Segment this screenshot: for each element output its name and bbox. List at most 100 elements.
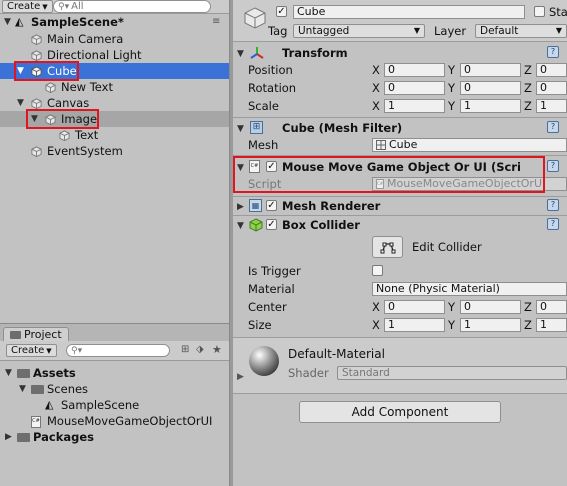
hierarchy-search-input[interactable]: ⚲▾ All — [53, 0, 211, 13]
expand-arrow-icon[interactable]: ▼ — [4, 14, 11, 30]
search-placeholder: All — [71, 1, 84, 12]
is-trigger-checkbox[interactable] — [372, 265, 383, 276]
component-divider — [233, 117, 567, 118]
project-item-scenes[interactable]: ▼ Scenes — [0, 381, 229, 397]
rotation-z-field[interactable]: 0 — [536, 81, 567, 95]
help-icon[interactable]: ? — [547, 121, 559, 133]
center-y-field[interactable]: 0 — [460, 300, 521, 314]
collapse-arrow-icon[interactable]: ▶ — [5, 429, 12, 445]
tag-value: Untagged — [298, 25, 350, 37]
transform-title[interactable]: Transform — [282, 46, 348, 60]
tag-label: Tag — [268, 24, 288, 38]
box-collider-title[interactable]: Box Collider — [282, 218, 360, 232]
help-icon[interactable]: ? — [547, 218, 559, 230]
item-label: Packages — [33, 430, 94, 444]
layer-dropdown[interactable]: Default ▼ — [475, 24, 567, 38]
axis-x-label: X — [372, 81, 380, 95]
axis-z-label: Z — [524, 99, 532, 113]
axis-x-label: X — [372, 99, 380, 113]
enabled-checkbox[interactable]: ✓ — [266, 219, 277, 230]
shader-dropdown[interactable]: Standard — [337, 366, 567, 380]
unity-scene-icon: ◭ — [45, 398, 54, 411]
gameobject-cube-icon — [31, 98, 42, 109]
hierarchy-item-main-camera[interactable]: Main Camera — [0, 31, 229, 47]
static-checkbox[interactable] — [534, 6, 545, 17]
position-label: Position — [248, 63, 293, 77]
project-create-button[interactable]: Create ▼ — [6, 344, 57, 357]
item-label: EventSystem — [47, 144, 123, 158]
mesh-label: Mesh — [248, 138, 279, 152]
shader-label: Shader — [288, 366, 329, 380]
scene-menu-icon[interactable]: ≡ — [212, 14, 220, 30]
hierarchy-create-button[interactable]: Create ▼ — [2, 0, 53, 13]
active-checkbox[interactable]: ✓ — [276, 6, 287, 17]
help-icon[interactable]: ? — [547, 160, 559, 172]
scene-row[interactable]: ▼ ◭ SampleScene* ≡ — [0, 14, 229, 30]
size-x-field[interactable]: 1 — [384, 318, 445, 332]
scale-z-field[interactable]: 1 — [536, 99, 567, 113]
mesh-grid-icon — [376, 140, 386, 150]
filter-label-icon[interactable]: ⬗ — [196, 344, 204, 355]
material-foldout-icon[interactable]: ▶ — [237, 372, 244, 382]
create-label: Create — [7, 0, 41, 12]
mesh-renderer-title[interactable]: Mesh Renderer — [282, 199, 380, 213]
rotation-y-field[interactable]: 0 — [460, 81, 521, 95]
help-icon[interactable]: ? — [547, 199, 559, 211]
object-name-field[interactable]: Cube — [293, 5, 525, 19]
hierarchy-item-new-text[interactable]: New Text — [0, 79, 229, 95]
position-x-field[interactable]: 0 — [384, 63, 445, 77]
rotation-x-field[interactable]: 0 — [384, 81, 445, 95]
project-item-packages[interactable]: ▶ Packages — [0, 429, 229, 445]
position-z-field[interactable]: 0 — [536, 63, 567, 77]
foldout-arrow-icon[interactable]: ▼ — [237, 124, 244, 134]
expand-arrow-icon[interactable]: ▼ — [19, 381, 26, 397]
enabled-checkbox[interactable]: ✓ — [266, 200, 277, 211]
project-search-input[interactable]: ⚲▾ — [66, 344, 170, 357]
material-label: Material — [248, 282, 295, 296]
expand-arrow-icon[interactable]: ▼ — [17, 95, 24, 111]
mesh-filter-title[interactable]: Cube (Mesh Filter) — [282, 121, 402, 135]
add-component-button[interactable]: Add Component — [299, 401, 501, 423]
project-item-samplescene[interactable]: ◭ SampleScene — [0, 397, 229, 413]
foldout-arrow-icon[interactable]: ▼ — [237, 49, 244, 59]
expand-arrow-icon[interactable]: ▼ — [5, 365, 12, 381]
project-item-assets[interactable]: ▼ Assets — [0, 365, 229, 381]
size-z-field[interactable]: 1 — [536, 318, 567, 332]
dropdown-arrow-icon: ▼ — [46, 346, 52, 355]
position-y-field[interactable]: 0 — [460, 63, 521, 77]
tag-dropdown[interactable]: Untagged ▼ — [293, 24, 425, 38]
folder-icon — [17, 369, 30, 378]
hierarchy-item-eventsystem[interactable]: EventSystem — [0, 143, 229, 159]
layer-value: Default — [480, 25, 519, 37]
project-toolbar: Create ▼ ⚲▾ ⊞ ⬗ ★ — [0, 341, 229, 361]
tab-project[interactable]: Project — [3, 327, 69, 342]
object-header: ✓ Cube Sta Tag Untagged ▼ Layer Default … — [233, 0, 567, 42]
hierarchy-item-text[interactable]: Text — [0, 127, 229, 143]
favorite-star-icon[interactable]: ★ — [212, 343, 222, 356]
scale-y-field[interactable]: 1 — [460, 99, 521, 113]
mesh-field[interactable]: Cube — [372, 138, 567, 152]
item-label: MouseMoveGameObjectOrUI — [47, 414, 213, 428]
filter-type-icon[interactable]: ⊞ — [181, 344, 189, 355]
help-icon[interactable]: ? — [547, 46, 559, 58]
image-highlight-frame — [26, 109, 99, 129]
axis-z-label: Z — [524, 318, 532, 332]
material-sphere-icon[interactable] — [248, 345, 280, 377]
project-item-script[interactable]: C# MouseMoveGameObjectOrUI — [0, 413, 229, 429]
gameobject-cube-icon — [59, 130, 70, 141]
folder-icon — [31, 385, 44, 394]
material-field[interactable]: None (Physic Material) — [372, 282, 567, 296]
hierarchy-toolbar: Create ▼ ⚲▾ All — [0, 0, 229, 14]
center-x-field[interactable]: 0 — [384, 300, 445, 314]
edit-collider-button[interactable] — [372, 236, 403, 258]
axis-z-label: Z — [524, 81, 532, 95]
center-z-field[interactable]: 0 — [536, 300, 567, 314]
axis-z-label: Z — [524, 63, 532, 77]
item-label: Text — [75, 128, 99, 142]
material-name: Default-Material — [288, 347, 385, 361]
size-y-field[interactable]: 1 — [460, 318, 521, 332]
scale-x-field[interactable]: 1 — [384, 99, 445, 113]
foldout-arrow-icon[interactable]: ▼ — [237, 221, 244, 231]
foldout-arrow-icon[interactable]: ▶ — [237, 202, 244, 212]
axis-y-label: Y — [448, 99, 456, 113]
